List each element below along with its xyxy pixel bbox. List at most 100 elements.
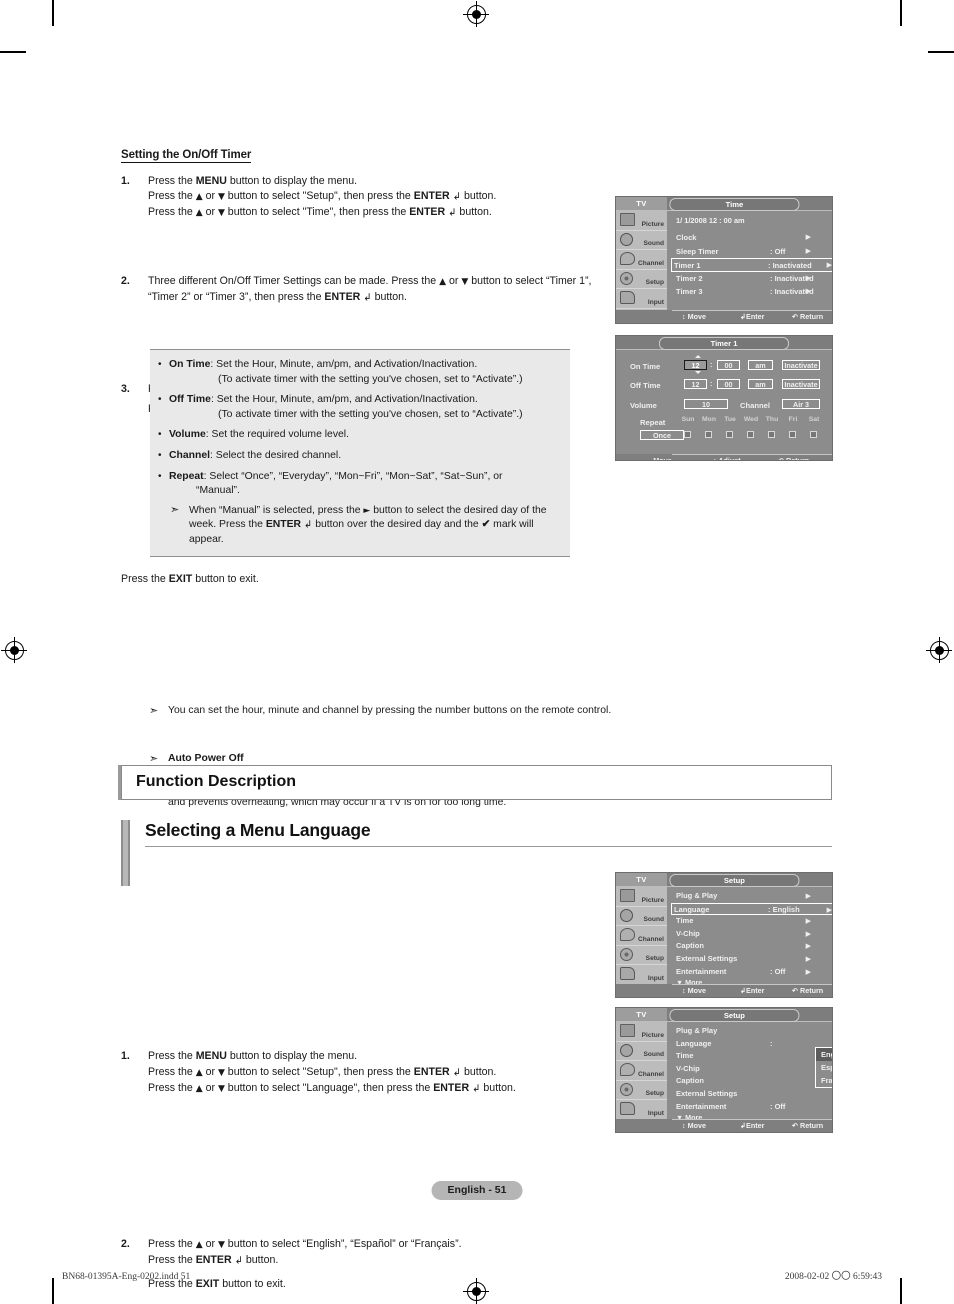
language-option-english[interactable]: English (816, 1048, 832, 1061)
osd-hint-enter: ↲Enter (740, 312, 765, 321)
bullet-repeat: • Repeat: Select “Once”, “Everyday”, “Mo… (158, 470, 503, 497)
crop-mark-top-left-v (52, 0, 54, 26)
osd-row-value: : Off (770, 966, 786, 976)
osd-row-language[interactable]: Language : (674, 1038, 832, 1051)
off-time-minute-field[interactable]: 00 (717, 379, 740, 389)
osd-titlebar: TV Setup (616, 1008, 832, 1022)
day-checkbox-sat[interactable] (810, 431, 817, 438)
osd-row-label: V-Chip (676, 1063, 700, 1073)
osd-row-entertainment[interactable]: Entertainment : Off (674, 1101, 832, 1114)
sidebar-item-setup[interactable]: Setup (616, 1081, 667, 1101)
repeat-mode-field[interactable]: Once (640, 430, 684, 440)
sidebar-item-input[interactable]: Input (616, 965, 667, 985)
sidebar-item-channel[interactable]: Channel (616, 1061, 667, 1081)
sidebar-item-input[interactable]: Input (616, 1100, 667, 1120)
sidebar-item-picture[interactable]: Picture (616, 887, 667, 907)
timer-row-off-time: Off Time 12 : 00 am Inactivate (616, 377, 832, 396)
osd-row-external-settings[interactable]: External Settings (674, 1088, 832, 1101)
satellite-dish-icon (620, 252, 635, 266)
language-option-espanol[interactable]: Español (816, 1061, 832, 1074)
language-dropdown[interactable]: English Español Français (815, 1047, 832, 1088)
osd-row-time[interactable]: Time ▶ (674, 915, 832, 928)
sidebar-item-channel[interactable]: Channel (616, 926, 667, 946)
sound-icon (620, 1043, 633, 1057)
language-option-francais[interactable]: Français (816, 1074, 832, 1087)
osd-bottom-bar: ↔ Move ↕ Adjust ↶ Return (616, 454, 832, 461)
sidebar-item-picture[interactable]: Picture (616, 1022, 667, 1042)
bullet-continuation: (To activate timer with the setting you'… (218, 408, 523, 420)
on-time-minute-field[interactable]: 00 (717, 360, 740, 370)
step-number: 1. (121, 175, 130, 187)
bullet-off-time: • Off Time: Set the Hour, Minute, am/pm,… (158, 393, 560, 422)
crop-mark-top-left-h (0, 51, 26, 53)
off-time-ampm-field[interactable]: am (748, 379, 773, 389)
plug-icon (620, 1102, 635, 1116)
day-label: Sun (681, 416, 695, 423)
sidebar-item-sound[interactable]: Sound (616, 231, 667, 251)
on-time-hour-field[interactable]: 12 (684, 360, 707, 370)
sidebar-item-channel[interactable]: Channel (616, 250, 667, 270)
osd-time-menu: TV Time Picture Sound Channel Setup Inpu… (615, 196, 833, 324)
osd-hint-return: ↶ Return (778, 456, 810, 461)
footer-filename: BN68-01395A-Eng-0202.indd 51 (62, 1272, 191, 1282)
off-time-hour-field[interactable]: 12 (684, 379, 707, 389)
chevron-right-icon: ▶ (826, 261, 832, 270)
osd-row-time[interactable]: Time (674, 1050, 832, 1063)
footer-timestamp: 2008-02-02 〇〇 6:59:43 (784, 1272, 882, 1282)
step-line: Press the ▲ or ▼ button to select “Engli… (148, 1238, 462, 1250)
osd-row-plug-and-play[interactable]: Plug & Play ▶ (674, 890, 832, 903)
note-marker-icon: ➣ (149, 751, 159, 765)
osd-row-v-chip[interactable]: V-Chip (674, 1063, 832, 1076)
bullet-term: Channel (169, 449, 210, 461)
osd-row-v-chip[interactable]: V-Chip ▶ (674, 928, 832, 941)
volume-field[interactable]: 10 (684, 399, 728, 409)
osd-body: Picture Sound Channel Setup Input Plug &… (616, 1022, 832, 1132)
day-checkbox-thu[interactable] (768, 431, 775, 438)
crop-mark-top-right-h (928, 51, 954, 53)
channel-field[interactable]: Air 3 (782, 399, 820, 409)
osd-row-label: Sleep Timer (676, 246, 719, 256)
day-checkbox-wed[interactable] (747, 431, 754, 438)
sidebar-item-setup[interactable]: Setup (616, 270, 667, 290)
note-title: Auto Power Off (168, 753, 244, 765)
osd-row-caption[interactable]: Caption ▶ (674, 940, 832, 953)
off-time-activation-field[interactable]: Inactivate (782, 379, 820, 389)
timer-row-repeat-header: Repeat Sun Mon Tue Wed Thu Fri Sat (616, 415, 832, 428)
sidebar-item-picture[interactable]: Picture (616, 211, 667, 231)
osd-row-external-settings[interactable]: External Settings ▶ (674, 953, 832, 966)
sidebar-item-input[interactable]: Input (616, 289, 667, 309)
day-checkbox-tue[interactable] (726, 431, 733, 438)
day-checkbox-mon[interactable] (705, 431, 712, 438)
osd-row-label: Time (676, 1051, 694, 1061)
day-checkbox-fri[interactable] (789, 431, 796, 438)
on-time-ampm-field[interactable]: am (748, 360, 773, 370)
osd-row-label: Plug & Play (676, 891, 718, 900)
osd-row-timer-1[interactable]: Timer 1 : Inactivated ▶ (671, 258, 832, 272)
osd-row-sleep-timer[interactable]: Sleep Timer : Off ▶ (674, 245, 832, 259)
bullet-dot-icon: • (158, 470, 162, 482)
osd-row-plug-and-play[interactable]: Plug & Play (674, 1025, 832, 1038)
step-line: Press the ▲ or ▼ button to select "Setup… (148, 190, 497, 203)
osd-row-caption[interactable]: Caption (674, 1075, 832, 1088)
sidebar-item-sound[interactable]: Sound (616, 907, 667, 927)
chevron-right-icon: ▶ (805, 246, 811, 255)
osd-row-label: Caption (676, 1076, 704, 1086)
osd-row-timer-3[interactable]: Timer 3 : Inactivated ▶ (674, 285, 832, 299)
down-triangle-icon (695, 371, 701, 374)
step-line-exit: Press the EXIT button to exit. (148, 1278, 286, 1291)
osd-row-language[interactable]: Language : English ▶ (671, 902, 832, 916)
menu-language-section: Selecting a Menu Language (121, 820, 832, 886)
timer-row-on-time: On Time 12 : 00 am Inactivate (616, 355, 832, 377)
osd-row-timer-2[interactable]: Timer 2 : Inactivated ▶ (674, 272, 832, 286)
day-checkbox-sun[interactable] (684, 431, 691, 438)
sidebar-item-sound[interactable]: Sound (616, 1042, 667, 1062)
sidebar-item-setup[interactable]: Setup (616, 946, 667, 966)
osd-row-clock[interactable]: Clock ▶ (674, 231, 832, 245)
osd-hint-return: ↶ Return (792, 1121, 824, 1130)
step-number: 1. (121, 1050, 130, 1063)
chevron-right-icon: ▶ (805, 917, 811, 926)
osd-row-entertainment[interactable]: Entertainment : Off ▶ (674, 966, 832, 979)
channel-label: Channel (740, 401, 770, 410)
on-time-activation-field[interactable]: Inactivate (782, 360, 820, 370)
osd-row-value: : (770, 1038, 773, 1048)
